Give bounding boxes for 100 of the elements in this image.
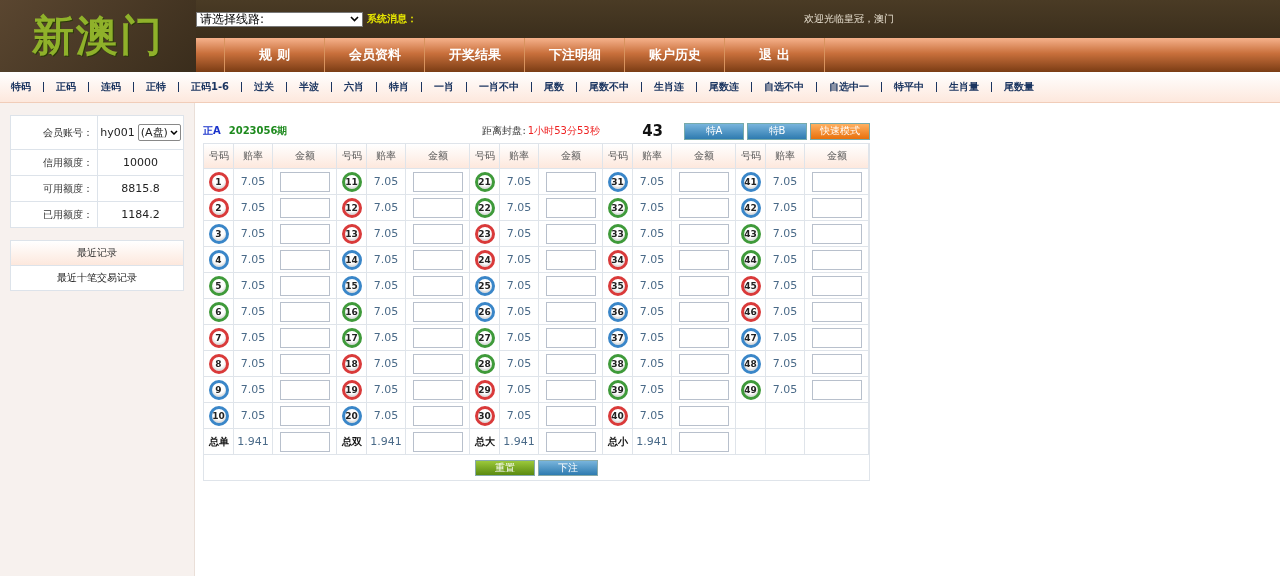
odds-value: 7.05 <box>240 201 266 214</box>
odds-value: 7.05 <box>639 175 665 188</box>
amount-field[interactable] <box>279 171 330 192</box>
amount-field[interactable] <box>279 379 330 400</box>
subnav-link[interactable]: 正特 <box>146 80 166 94</box>
records-link[interactable]: 最近十笔交易记录 <box>11 266 183 290</box>
amount-field[interactable] <box>412 431 463 452</box>
odds-value: 7.05 <box>506 201 532 214</box>
amount-field[interactable] <box>811 223 862 244</box>
amount-field[interactable] <box>545 197 596 218</box>
amount-field[interactable] <box>545 405 596 426</box>
subnav-link[interactable]: 特肖 <box>389 80 410 94</box>
number-ball: 49 <box>740 379 761 400</box>
amount-field[interactable] <box>811 301 862 322</box>
odds-value: 7.05 <box>373 227 399 240</box>
subnav-link[interactable]: 连码 <box>101 80 121 94</box>
amount-field[interactable] <box>678 379 729 400</box>
amount-field[interactable] <box>811 171 862 192</box>
amount-field[interactable] <box>678 327 729 348</box>
amount-field[interactable] <box>678 431 729 452</box>
subnav-link[interactable]: 尾数不中 <box>589 80 630 94</box>
subnav-link[interactable]: 半波 <box>299 80 320 94</box>
amount-field[interactable] <box>678 301 729 322</box>
amount-field[interactable] <box>412 197 463 218</box>
total-label: 总大 <box>474 434 495 449</box>
subnav-link[interactable]: 生肖连 <box>654 80 685 94</box>
amount-field[interactable] <box>545 301 596 322</box>
number-ball: 48 <box>740 353 761 374</box>
amount-field[interactable] <box>678 249 729 270</box>
amount-field[interactable] <box>545 379 596 400</box>
subnav-link[interactable]: 尾数量 <box>1004 80 1035 94</box>
amount-field[interactable] <box>412 275 463 296</box>
amount-field[interactable] <box>412 223 463 244</box>
amount-field[interactable] <box>811 249 862 270</box>
subnav-link[interactable]: 自选中一 <box>829 80 870 94</box>
subnav-link[interactable]: 一肖 <box>434 80 455 94</box>
empty-cell <box>766 429 805 455</box>
amount-field[interactable] <box>811 353 862 374</box>
amount-field[interactable] <box>279 223 330 244</box>
amount-field[interactable] <box>279 405 330 426</box>
subnav-link[interactable]: 尾数 <box>544 80 565 94</box>
amount-field[interactable] <box>545 327 596 348</box>
amount-field[interactable] <box>545 431 596 452</box>
amount-field[interactable] <box>811 275 862 296</box>
amount-field[interactable] <box>279 249 330 270</box>
amount-field[interactable] <box>279 431 330 452</box>
amount-field[interactable] <box>412 353 463 374</box>
subnav-link[interactable]: 正码 <box>56 80 76 94</box>
amount-field[interactable] <box>545 275 596 296</box>
amount-field[interactable] <box>811 379 862 400</box>
subnav-link[interactable]: 特码 <box>11 80 31 94</box>
amount-field[interactable] <box>279 197 330 218</box>
market-label: 正A <box>203 124 221 138</box>
amount-field[interactable] <box>811 197 862 218</box>
number-ball: 2 <box>208 197 229 218</box>
odds-value: 7.05 <box>240 383 266 396</box>
subnav-link[interactable]: 过关 <box>254 80 275 94</box>
subnav-link[interactable]: 正码1-6 <box>191 80 230 94</box>
amount-field[interactable] <box>811 327 862 348</box>
amount-field[interactable] <box>412 249 463 270</box>
amount-field[interactable] <box>412 405 463 426</box>
amount-field[interactable] <box>678 171 729 192</box>
amount-field[interactable] <box>412 171 463 192</box>
amount-field[interactable] <box>412 327 463 348</box>
subnav-link[interactable]: 六肖 <box>344 80 365 94</box>
odds-value: 7.05 <box>506 175 532 188</box>
subnav-link[interactable]: 生肖量 <box>949 80 980 94</box>
amount-field[interactable] <box>678 353 729 374</box>
number-ball: 8 <box>208 353 229 374</box>
number-ball: 14 <box>341 249 362 270</box>
odds-value: 7.05 <box>639 409 665 422</box>
amount-field[interactable] <box>678 223 729 244</box>
amount-field[interactable] <box>678 405 729 426</box>
amount-field[interactable] <box>279 327 330 348</box>
route-select[interactable]: 请选择线路: <box>196 11 363 27</box>
amount-field[interactable] <box>545 171 596 192</box>
number-ball: 3 <box>208 223 229 244</box>
amount-field[interactable] <box>678 197 729 218</box>
odds-value: 7.05 <box>506 279 532 292</box>
amount-field[interactable] <box>545 353 596 374</box>
odds-value: 7.05 <box>772 175 798 188</box>
amount-field[interactable] <box>678 275 729 296</box>
amount-field[interactable] <box>545 223 596 244</box>
plate-select[interactable]: (A盘) <box>137 124 181 141</box>
column-header: 赔率 <box>633 144 672 169</box>
number-ball: 18 <box>341 353 362 374</box>
subnav-link[interactable]: 尾数连 <box>709 80 740 94</box>
column-header: 号码 <box>204 144 234 169</box>
amount-field[interactable] <box>279 301 330 322</box>
subnav-link[interactable]: 特平中 <box>894 80 925 94</box>
column-header: 赔率 <box>500 144 539 169</box>
amount-field[interactable] <box>412 379 463 400</box>
amount-field[interactable] <box>279 353 330 374</box>
subnav-link[interactable]: 一肖不中 <box>479 80 520 94</box>
odds-value: 7.05 <box>373 201 399 214</box>
field-label: 会员账号： <box>43 125 93 140</box>
subnav-link[interactable]: 自选不中 <box>764 80 805 94</box>
amount-field[interactable] <box>412 301 463 322</box>
amount-field[interactable] <box>279 275 330 296</box>
amount-field[interactable] <box>545 249 596 270</box>
